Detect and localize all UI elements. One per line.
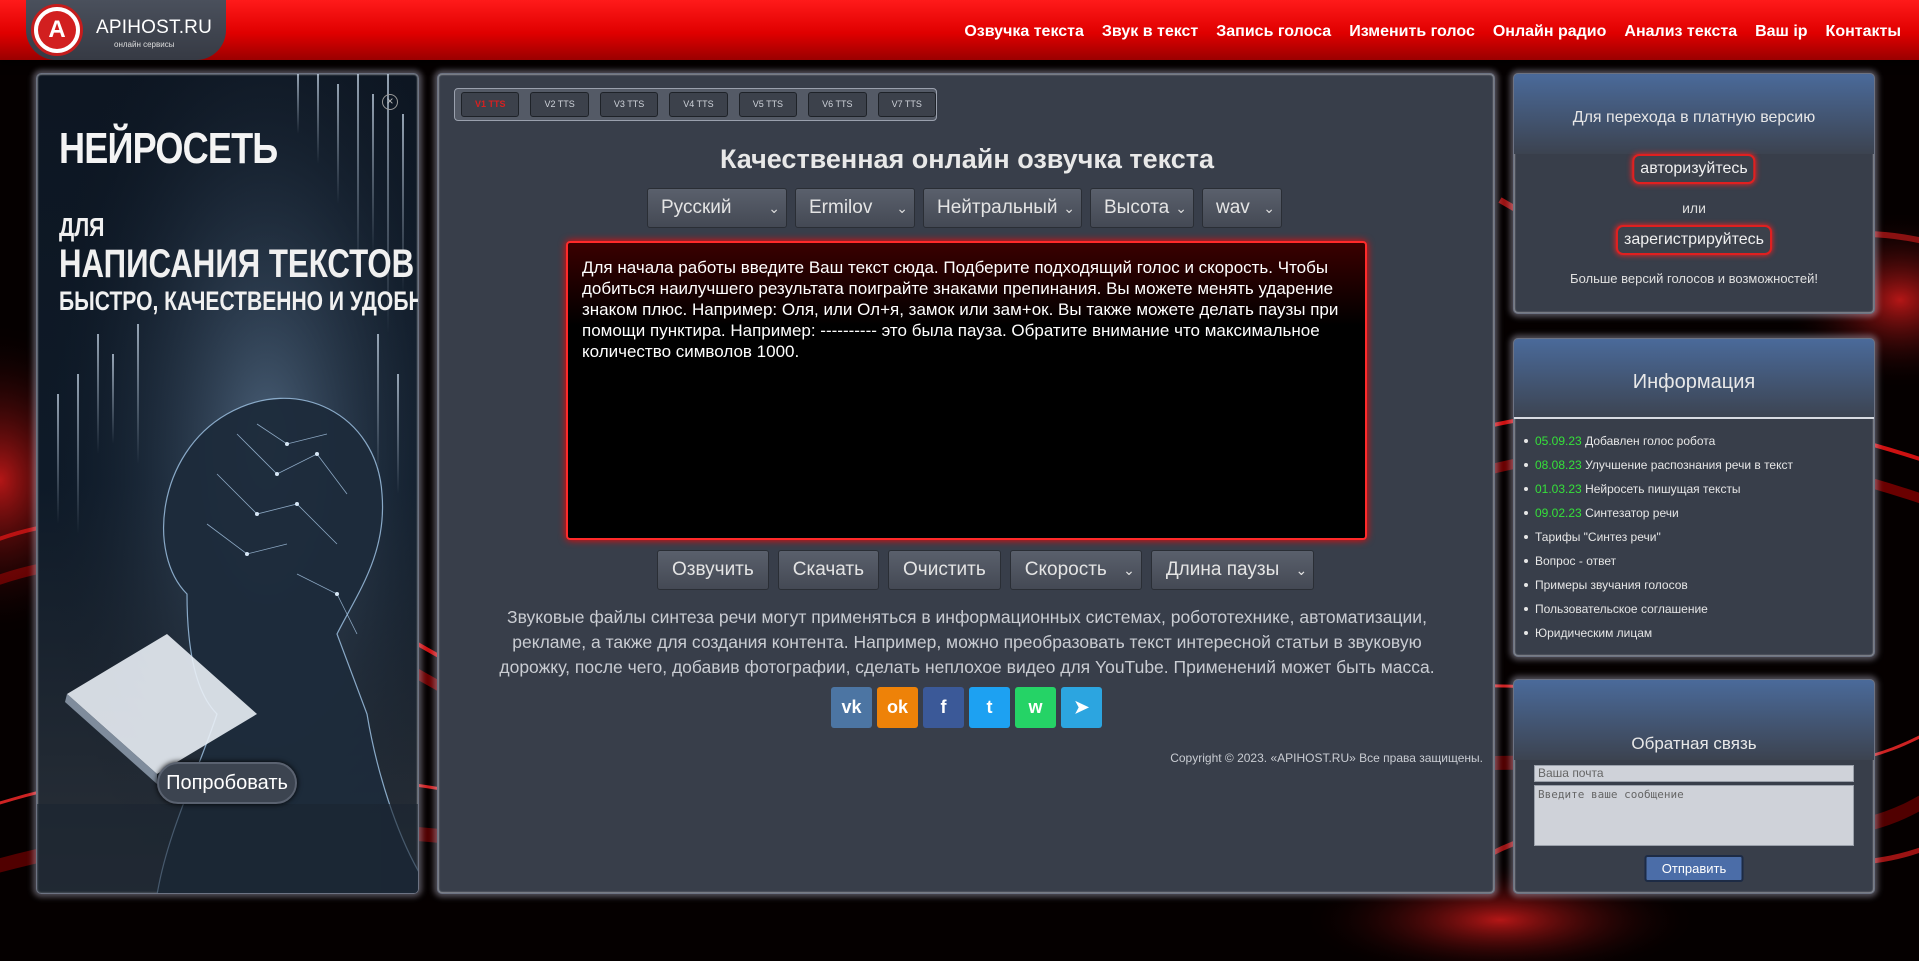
ad-title: НЕЙРОСЕТЬ: [59, 124, 278, 173]
tab-v2-tts[interactable]: V2 TTS: [530, 92, 589, 117]
list-item[interactable]: Примеры звучания голосов: [1524, 577, 1793, 601]
paid-version-panel: Для перехода в платную версию авторизуйт…: [1513, 73, 1875, 314]
paid-version-text: Для перехода в платную версию: [1572, 109, 1816, 126]
nav-tts[interactable]: Озвучка текста: [964, 23, 1084, 41]
voice-options: Русский ⌄ Ermilov ⌄ Нейтральный ⌄ Высота…: [647, 188, 1282, 228]
tab-v1-tts[interactable]: V1 TTS: [461, 92, 520, 117]
chevron-down-icon: ⌄: [1295, 562, 1308, 578]
list-item[interactable]: Тарифы "Синтез речи": [1524, 529, 1793, 553]
logo-subtitle: онлайн сервисы: [114, 40, 175, 49]
format-select-value: wav: [1216, 197, 1250, 218]
tts-text-input[interactable]: Для начала работы введите Ваш текст сюда…: [566, 241, 1367, 540]
list-item[interactable]: 09.02.23 Синтезатор речи: [1524, 505, 1793, 529]
chevron-down-icon: ⌄: [1175, 200, 1187, 216]
action-bar: Озвучить Скачать Очистить Скорость ⌄ Дли…: [657, 550, 1315, 590]
nav-voice-change[interactable]: Изменить голос: [1349, 23, 1475, 41]
tab-v7-tts[interactable]: V7 TTS: [877, 92, 936, 117]
logo[interactable]: A APIHOST.RU онлайн сервисы: [26, 0, 226, 60]
language-select-value: Русский: [661, 197, 732, 218]
chevron-down-icon: ⌄: [1123, 562, 1135, 578]
telegram-icon[interactable]: ➤: [1061, 687, 1102, 728]
download-button[interactable]: Скачать: [777, 550, 880, 590]
feedback-panel: Обратная связь Ваша почта Введите ваше с…: [1513, 679, 1875, 894]
info-title: Информация: [1632, 371, 1756, 393]
description-text: Звуковые файлы синтеза речи могут примен…: [499, 607, 1435, 677]
emotion-select-value: Нейтральный: [937, 197, 1058, 218]
speed-select-value: Скорость: [1024, 559, 1107, 580]
ad-banner[interactable]: × НЕЙРОСЕТЬ ДЛЯ НАПИСАНИЯ ТЕКСТОВ БЫСТРО…: [36, 73, 419, 894]
voice-select-value: Ermilov: [809, 197, 873, 218]
paid-more-text: Больше версий голосов и возможностей!: [1570, 271, 1818, 286]
list-item[interactable]: Вопрос - ответ: [1524, 553, 1793, 577]
ad-close-icon[interactable]: ×: [382, 94, 398, 110]
ad-line-2: НАПИСАНИЯ ТЕКСТОВ: [59, 242, 415, 286]
list-item[interactable]: Юридическим лицам: [1524, 625, 1793, 649]
emotion-select[interactable]: Нейтральный ⌄: [923, 188, 1082, 228]
email-field[interactable]: Ваша почта: [1534, 765, 1854, 782]
twitter-icon[interactable]: t: [969, 687, 1010, 728]
voice-select[interactable]: Ermilov ⌄: [795, 188, 915, 228]
tab-v4-tts[interactable]: V4 TTS: [669, 92, 728, 117]
page-title: Качественная онлайн озвучка текста: [719, 144, 1215, 174]
nav-speech-to-text[interactable]: Звук в текст: [1102, 23, 1198, 41]
chevron-down-icon: ⌄: [1263, 200, 1275, 216]
chevron-down-icon: ⌄: [1063, 200, 1075, 216]
nav-voice-record[interactable]: Запись голоса: [1216, 23, 1331, 41]
logo-mark: A: [31, 4, 83, 56]
list-item[interactable]: Пользовательское соглашение: [1524, 601, 1793, 625]
pause-length-select-value: Длина паузы: [1165, 559, 1280, 580]
tab-v3-tts[interactable]: V3 TTS: [599, 92, 659, 117]
social-share-bar: vk ok f t w ➤: [831, 687, 1102, 728]
info-panel: Информация 05.09.23 Добавлен голос робот…: [1513, 338, 1875, 657]
list-item[interactable]: 08.08.23 Улучшение распознания речи в те…: [1524, 457, 1793, 481]
language-select[interactable]: Русский ⌄: [647, 188, 787, 228]
feedback-title: Обратная связь: [1631, 734, 1757, 753]
list-item[interactable]: 01.03.23 Нейросеть пишущая тексты: [1524, 481, 1793, 505]
main-nav: Озвучка текста Звук в текст Запись голос…: [964, 23, 1901, 41]
nav-your-ip[interactable]: Ваш ip: [1755, 23, 1807, 41]
ad-line-1: ДЛЯ: [59, 212, 105, 242]
or-text: или: [1682, 200, 1706, 216]
message-field[interactable]: Введите ваше сообщение: [1534, 785, 1854, 846]
format-select[interactable]: wav ⌄: [1202, 188, 1282, 228]
tts-main-panel: V1 TTS V2 TTS V3 TTS V4 TTS V5 TTS V6 TT…: [437, 73, 1495, 894]
odnoklassniki-icon[interactable]: ok: [877, 687, 918, 728]
send-button[interactable]: Отправить: [1644, 855, 1744, 882]
info-list: 05.09.23 Добавлен голос робота 08.08.23 …: [1524, 433, 1793, 649]
chevron-down-icon: ⌄: [768, 200, 780, 216]
vk-icon[interactable]: vk: [831, 687, 872, 728]
logo-text: APIHOST.RU: [96, 17, 213, 38]
tab-v6-tts[interactable]: V6 TTS: [808, 92, 867, 117]
list-item[interactable]: 05.09.23 Добавлен голос робота: [1524, 433, 1793, 457]
site-header: A APIHOST.RU онлайн сервисы Озвучка текс…: [0, 0, 1919, 60]
facebook-icon[interactable]: f: [923, 687, 964, 728]
speed-select[interactable]: Скорость ⌄: [1009, 550, 1142, 590]
whatsapp-icon[interactable]: w: [1015, 687, 1056, 728]
logo-letter: A: [38, 11, 76, 49]
nav-text-analysis[interactable]: Анализ текста: [1624, 23, 1737, 41]
chevron-down-icon: ⌄: [896, 200, 908, 216]
clear-button[interactable]: Очистить: [888, 550, 1001, 590]
pitch-select[interactable]: Высота ⌄: [1090, 188, 1194, 228]
pause-length-select[interactable]: Длина паузы ⌄: [1150, 550, 1315, 590]
divider: [1514, 417, 1874, 419]
ad-line-3: БЫСТРО, КАЧЕСТВЕННО И УДОБНО!: [59, 286, 419, 316]
nav-online-radio[interactable]: Онлайн радио: [1493, 23, 1607, 41]
login-button[interactable]: авторизуйтесь: [1632, 154, 1756, 184]
copyright: Copyright © 2023. «APIHOST.RU» Все права…: [1170, 751, 1483, 765]
pitch-select-value: Высота: [1104, 197, 1170, 218]
nav-contacts[interactable]: Контакты: [1826, 23, 1901, 41]
register-button[interactable]: зарегистрируйтесь: [1615, 225, 1773, 255]
tab-v5-tts[interactable]: V5 TTS: [738, 92, 798, 117]
ad-try-button[interactable]: Попробовать: [157, 762, 297, 804]
version-tabs: V1 TTS V2 TTS V3 TTS V4 TTS V5 TTS V6 TT…: [454, 88, 937, 121]
voice-button[interactable]: Озвучить: [657, 550, 769, 590]
